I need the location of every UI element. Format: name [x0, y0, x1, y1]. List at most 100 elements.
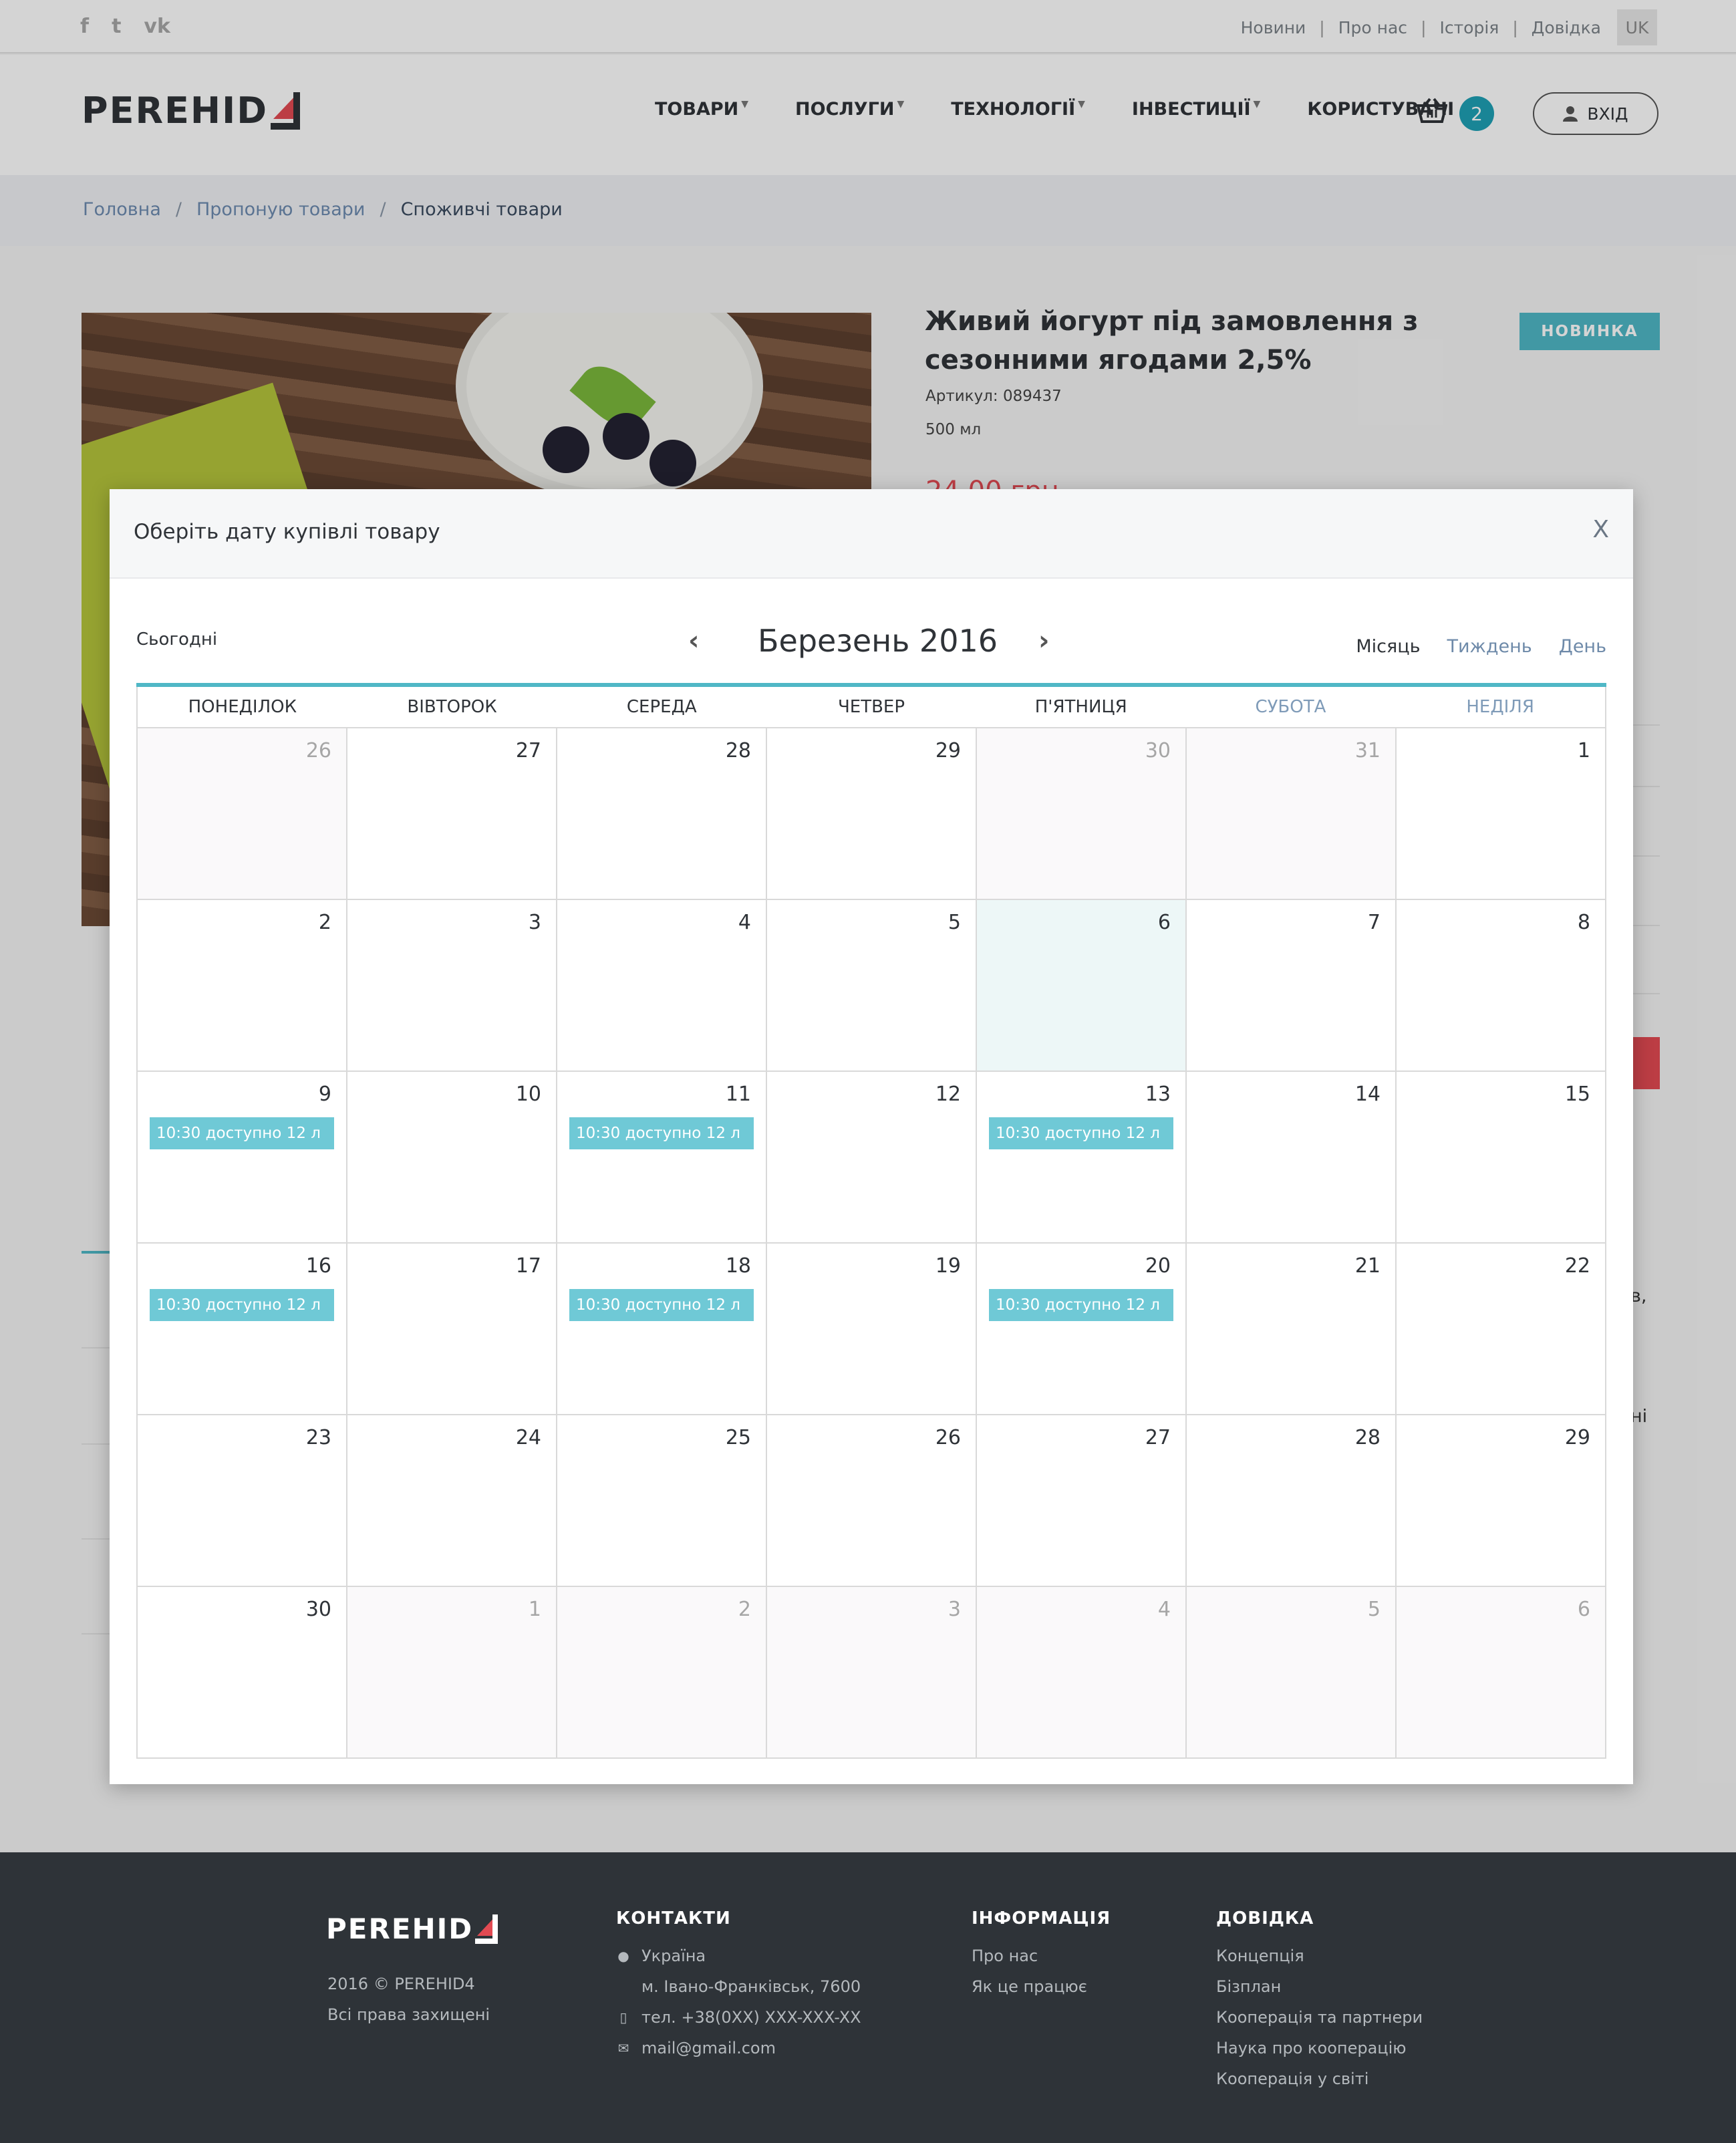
footer-contacts: КОНТАКТИ ● Україна м. Івано-Франківськ, 7… — [616, 1908, 861, 2063]
view-month-button[interactable]: Місяць — [1356, 636, 1420, 657]
weekday-sunday: НЕДІЛЯ — [1466, 697, 1534, 717]
calendar-day[interactable]: 27 — [977, 1415, 1187, 1587]
calendar-day[interactable]: 25 — [557, 1415, 767, 1587]
calendar-day[interactable]: 8 — [1397, 900, 1606, 1072]
calendar-day[interactable]: 5 — [1187, 1587, 1397, 1759]
calendar-day[interactable]: 12 — [767, 1072, 977, 1244]
chevron-left-icon[interactable]: ‹ — [688, 625, 699, 656]
day-number: 22 — [1564, 1254, 1590, 1278]
day-number: 27 — [1145, 1426, 1171, 1449]
day-number: 5 — [1367, 1598, 1381, 1621]
footer-link-about[interactable]: Про нас — [972, 1941, 1111, 1971]
map-pin-icon: ● — [617, 1948, 629, 1964]
footer-info-title: ІНФОРМАЦІЯ — [972, 1908, 1111, 1928]
modal-header: Оберіть дату купівлі товару X — [110, 489, 1633, 579]
footer-link-cooperation-world[interactable]: Кооперація у світі — [1216, 2063, 1423, 2094]
view-day-button[interactable]: День — [1559, 636, 1606, 657]
day-number: 30 — [305, 1598, 331, 1621]
calendar-day[interactable]: 26 — [138, 728, 347, 900]
footer-link-how-it-works[interactable]: Як це працює — [972, 1971, 1111, 2002]
day-number: 6 — [1157, 911, 1171, 934]
footer-contacts-title: КОНТАКТИ — [616, 1908, 731, 1928]
calendar-day[interactable]: 14 — [1187, 1072, 1397, 1244]
date-picker-modal: Оберіть дату купівлі товару X Сьогодні ‹… — [110, 489, 1633, 1784]
weekday-wednesday: СЕРЕДА — [626, 697, 697, 717]
footer-link-concept[interactable]: Концепція — [1216, 1941, 1423, 1971]
calendar-day[interactable]: 1 — [1397, 728, 1606, 900]
calendar-day[interactable]: 11 10:30 доступно 12 л — [557, 1072, 767, 1244]
availability-event[interactable]: 10:30 доступно 12 л — [989, 1117, 1173, 1149]
calendar-day[interactable]: 30 — [138, 1587, 347, 1759]
calendar-day[interactable]: 31 — [1187, 728, 1397, 900]
rights-text: Всі права захищені — [327, 2005, 490, 2024]
day-number: 2 — [738, 1598, 751, 1621]
footer-logo[interactable]: PEREHID — [326, 1912, 498, 1945]
calendar-day[interactable]: 27 — [347, 728, 557, 900]
day-number: 29 — [935, 739, 961, 762]
calendar-day[interactable]: 4 — [557, 900, 767, 1072]
copyright-text: 2016 © PEREHID4 — [327, 1975, 475, 1993]
calendar-day[interactable]: 20 10:30 доступно 12 л — [977, 1244, 1187, 1415]
calendar-day[interactable]: 5 — [767, 900, 977, 1072]
calendar-day[interactable]: 2 — [557, 1587, 767, 1759]
today-button[interactable]: Сьогодні — [136, 629, 217, 650]
calendar-day[interactable]: 29 — [1397, 1415, 1606, 1587]
calendar-day[interactable]: 18 10:30 доступно 12 л — [557, 1244, 767, 1415]
calendar-day[interactable]: 24 — [347, 1415, 557, 1587]
day-number: 24 — [515, 1426, 541, 1449]
footer-link-cooperation-science[interactable]: Наука про кооперацію — [1216, 2033, 1423, 2063]
day-number: 1 — [1577, 739, 1590, 762]
day-number: 3 — [528, 911, 541, 934]
availability-event[interactable]: 10:30 доступно 12 л — [150, 1289, 334, 1321]
calendar-day[interactable]: 7 — [1187, 900, 1397, 1072]
footer-link-cooperation-partners[interactable]: Кооперація та партнери — [1216, 2002, 1423, 2033]
calendar-day[interactable]: 10 — [347, 1072, 557, 1244]
contact-city: м. Івано-Франківськ, 7600 — [641, 1977, 861, 1996]
day-number: 28 — [725, 739, 751, 762]
calendar-day-today[interactable]: 6 — [977, 900, 1187, 1072]
calendar-day[interactable]: 1 — [347, 1587, 557, 1759]
calendar-day[interactable]: 21 — [1187, 1244, 1397, 1415]
calendar-day[interactable]: 17 — [347, 1244, 557, 1415]
calendar-day[interactable]: 23 — [138, 1415, 347, 1587]
calendar-day[interactable]: 16 10:30 доступно 12 л — [138, 1244, 347, 1415]
calendar-day[interactable]: 4 — [977, 1587, 1187, 1759]
day-number: 23 — [305, 1426, 331, 1449]
day-number: 26 — [305, 739, 331, 762]
contact-email[interactable]: ✉ mail@gmail.com — [616, 2033, 861, 2063]
calendar-view-switch: Місяць Тиждень День — [1356, 636, 1606, 657]
day-number: 28 — [1354, 1426, 1381, 1449]
calendar-day[interactable]: 6 — [1397, 1587, 1606, 1759]
day-number: 13 — [1145, 1083, 1171, 1106]
day-number: 18 — [725, 1254, 751, 1278]
calendar-day[interactable]: 15 — [1397, 1072, 1606, 1244]
day-number: 30 — [1145, 739, 1171, 762]
calendar-day[interactable]: 2 — [138, 900, 347, 1072]
footer-link-business-plan[interactable]: Бізплан — [1216, 1971, 1423, 2002]
day-number: 21 — [1354, 1254, 1381, 1278]
calendar-day[interactable]: 29 — [767, 728, 977, 900]
day-number: 7 — [1367, 911, 1381, 934]
calendar-day[interactable]: 13 10:30 доступно 12 л — [977, 1072, 1187, 1244]
calendar-day[interactable]: 28 — [1187, 1415, 1397, 1587]
calendar-day[interactable]: 26 — [767, 1415, 977, 1587]
calendar-day[interactable]: 9 10:30 доступно 12 л — [138, 1072, 347, 1244]
calendar-day[interactable]: 28 — [557, 728, 767, 900]
availability-event[interactable]: 10:30 доступно 12 л — [150, 1117, 334, 1149]
day-number: 4 — [1157, 1598, 1171, 1621]
availability-event[interactable]: 10:30 доступно 12 л — [569, 1289, 754, 1321]
calendar-day[interactable]: 19 — [767, 1244, 977, 1415]
availability-event[interactable]: 10:30 доступно 12 л — [569, 1117, 754, 1149]
calendar-day[interactable]: 30 — [977, 728, 1187, 900]
calendar-day[interactable]: 3 — [767, 1587, 977, 1759]
view-week-button[interactable]: Тиждень — [1447, 636, 1532, 657]
weekday-header: ПОНЕДІЛОК ВІВТОРОК СЕРЕДА ЧЕТВЕР П'ЯТНИЦ… — [136, 687, 1606, 728]
chevron-right-icon[interactable]: › — [1038, 625, 1049, 656]
day-number: 20 — [1145, 1254, 1171, 1278]
close-icon[interactable]: X — [1592, 516, 1609, 543]
calendar-day[interactable]: 22 — [1397, 1244, 1606, 1415]
contact-country: ● Україна — [616, 1941, 861, 1971]
day-number: 3 — [948, 1598, 961, 1621]
availability-event[interactable]: 10:30 доступно 12 л — [989, 1289, 1173, 1321]
calendar-day[interactable]: 3 — [347, 900, 557, 1072]
